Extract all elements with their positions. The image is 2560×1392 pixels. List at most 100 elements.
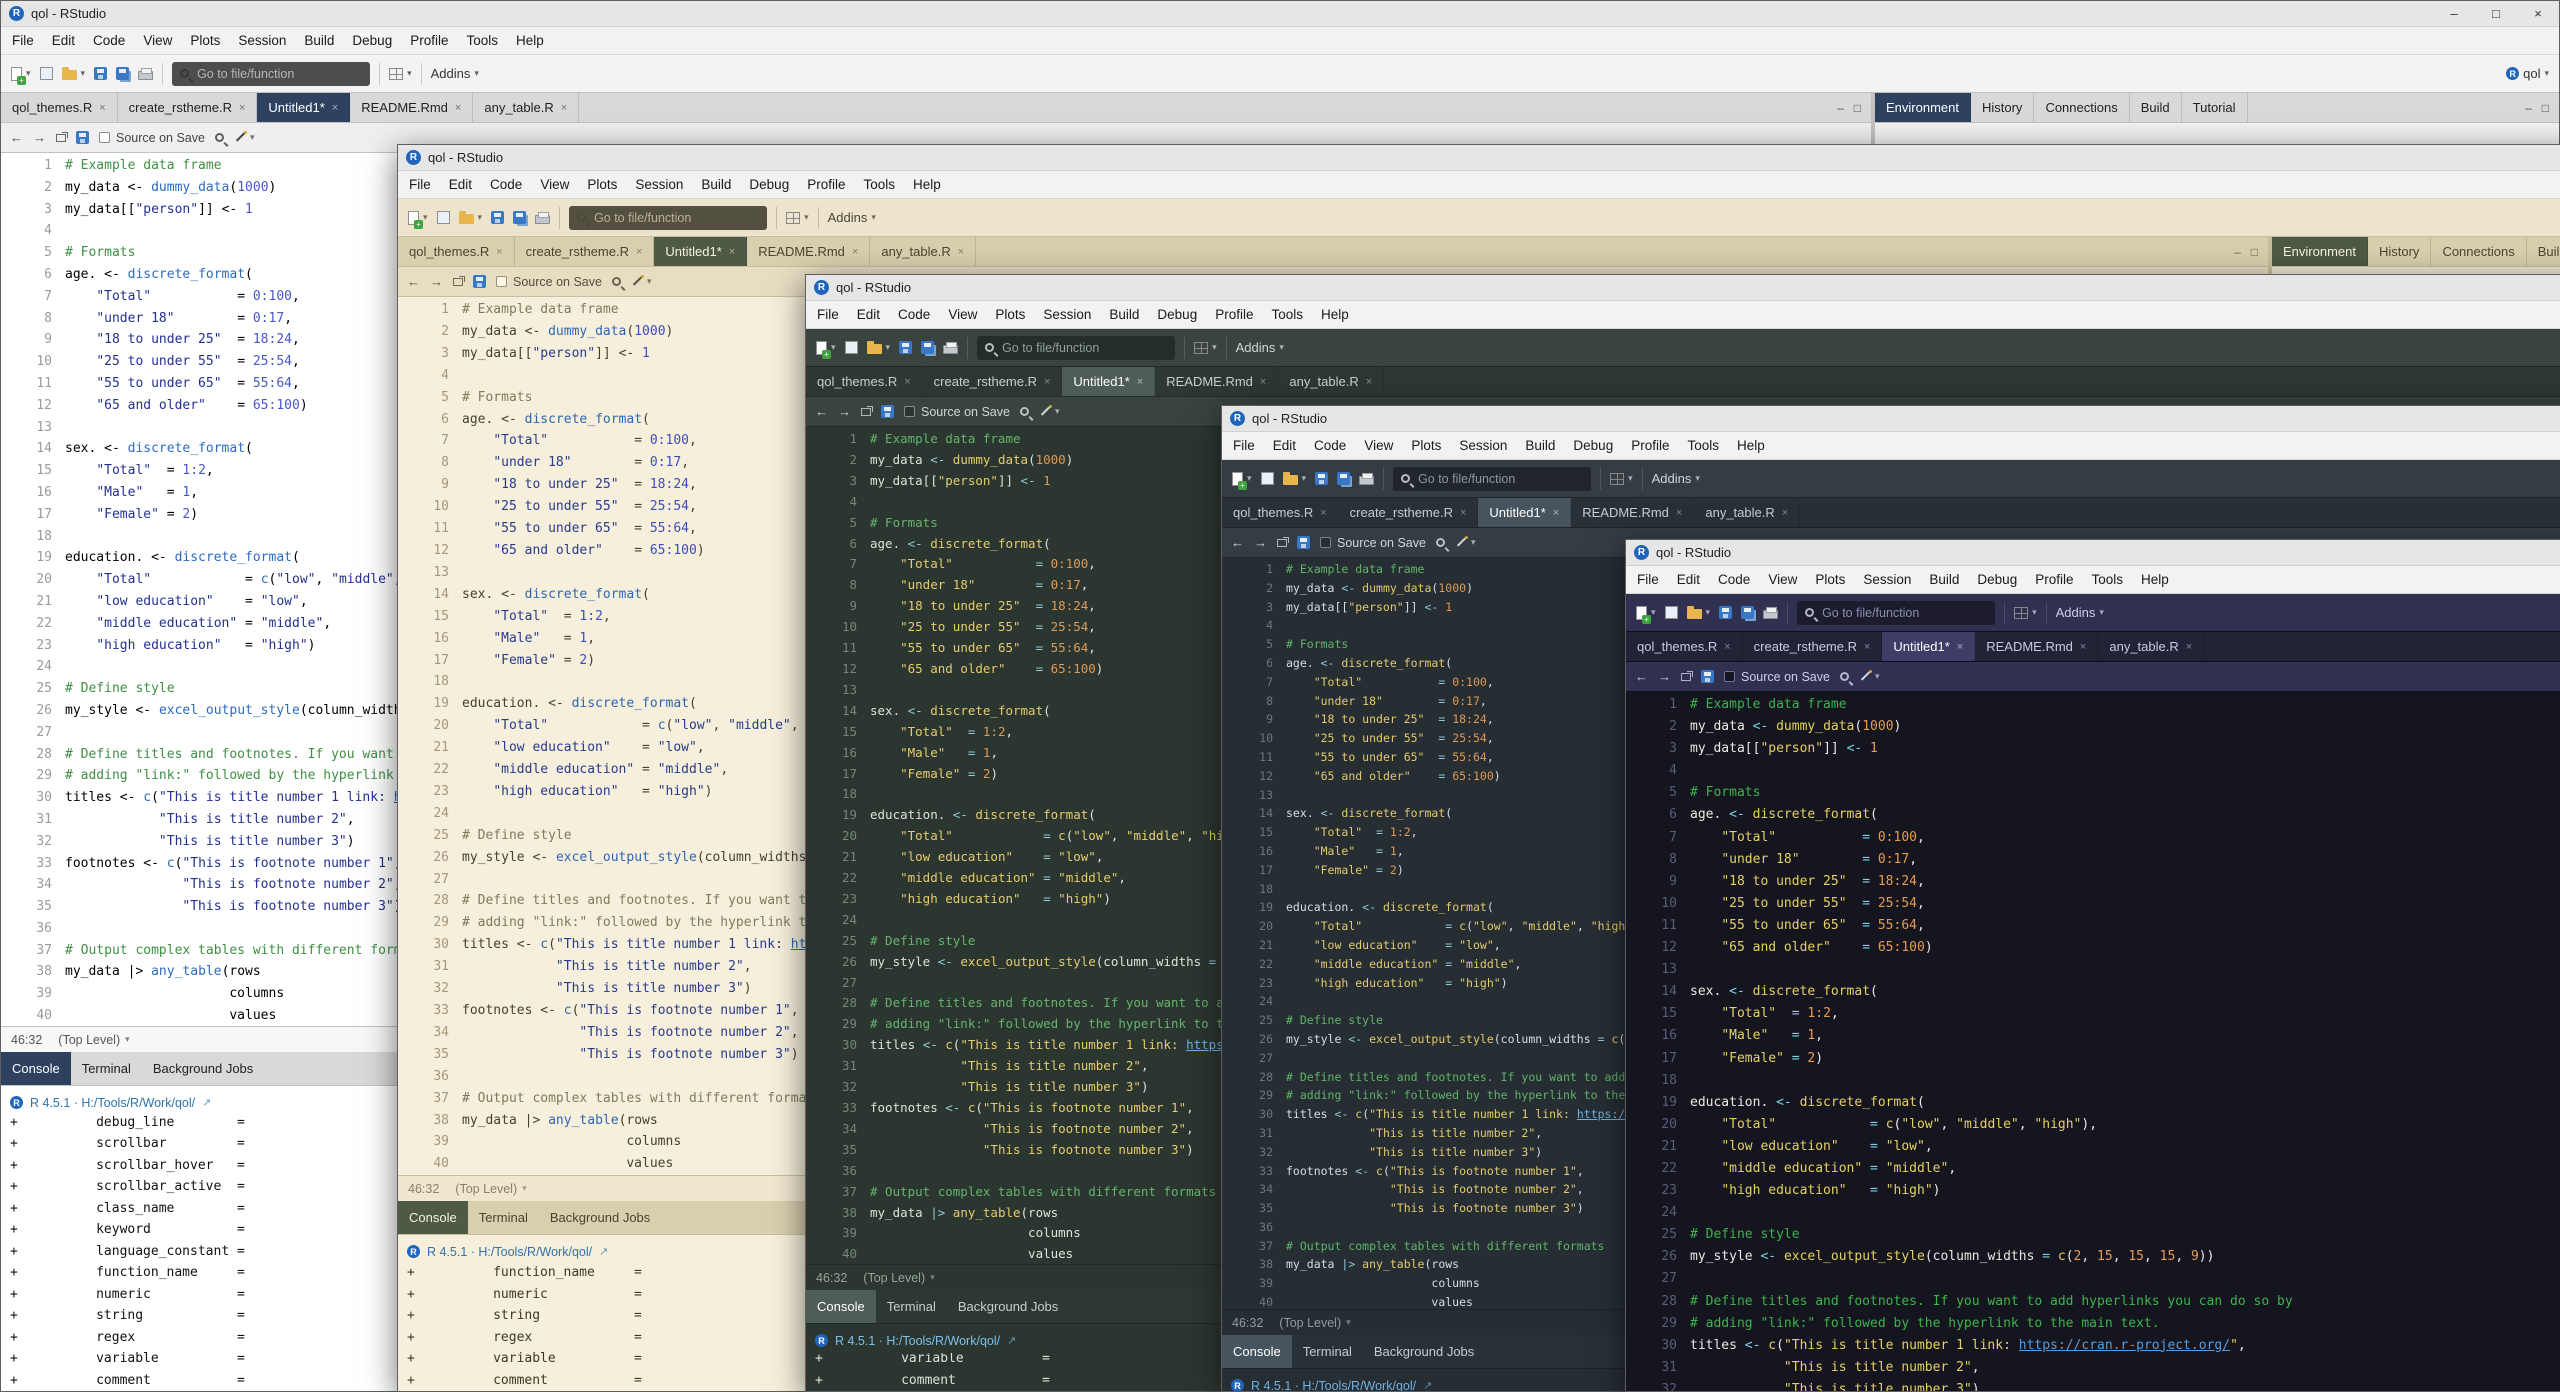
pane-layout-button[interactable]: ▾ bbox=[389, 68, 412, 80]
scope-selector[interactable]: (Top Level) ▾ bbox=[863, 1271, 934, 1285]
editor-tab-any-table[interactable]: any_table.R × bbox=[473, 93, 579, 122]
menu-plots[interactable]: Plots bbox=[986, 301, 1034, 329]
menu-code[interactable]: Code bbox=[1709, 566, 1759, 594]
editor-tab-readme[interactable]: README.Rmd × bbox=[1155, 367, 1278, 396]
window-maximize-button[interactable]: □ bbox=[2475, 1, 2517, 26]
menu-edit[interactable]: Edit bbox=[43, 27, 84, 55]
find-replace-button[interactable] bbox=[1840, 672, 1849, 681]
tab-close-icon[interactable]: × bbox=[239, 102, 245, 114]
editor-tab-create-rstheme[interactable]: create_rstheme.R × bbox=[923, 367, 1063, 396]
tab-console[interactable]: Console bbox=[398, 1201, 468, 1234]
editor-tab-untitled1[interactable]: Untitled1* × bbox=[1882, 632, 1975, 661]
menu-tools[interactable]: Tools bbox=[1262, 301, 1312, 329]
tab-close-icon[interactable]: × bbox=[729, 246, 735, 258]
tab-close-icon[interactable]: × bbox=[1864, 641, 1870, 653]
menu-session[interactable]: Session bbox=[1854, 566, 1920, 594]
back-button[interactable]: ← bbox=[1635, 669, 1648, 684]
source-on-save-toggle[interactable]: Source on Save bbox=[1724, 670, 1830, 684]
print-button[interactable] bbox=[138, 67, 153, 80]
menu-debug[interactable]: Debug bbox=[740, 171, 798, 199]
addins-button[interactable]: Addins ▾ bbox=[1652, 471, 1700, 486]
scope-selector[interactable]: (Top Level) ▾ bbox=[455, 1182, 526, 1196]
goto-file-input[interactable] bbox=[1000, 340, 1167, 356]
menu-profile[interactable]: Profile bbox=[798, 171, 854, 199]
tab-background-jobs[interactable]: Background Jobs bbox=[539, 1201, 661, 1234]
menu-file[interactable]: File bbox=[1628, 566, 1668, 594]
editor-tab-create-rstheme[interactable]: create_rstheme.R × bbox=[1339, 498, 1479, 527]
tab-background-jobs[interactable]: Background Jobs bbox=[1363, 1335, 1485, 1368]
editor-tab-readme[interactable]: README.Rmd × bbox=[350, 93, 473, 122]
forward-button[interactable]: → bbox=[33, 130, 46, 145]
menu-edit[interactable]: Edit bbox=[848, 301, 889, 329]
new-project-button[interactable] bbox=[845, 341, 858, 354]
goto-file-input[interactable] bbox=[592, 210, 759, 226]
tab-close-icon[interactable]: × bbox=[1460, 507, 1466, 519]
save-document-button[interactable] bbox=[473, 275, 486, 288]
scope-selector[interactable]: (Top Level) ▾ bbox=[1279, 1316, 1350, 1330]
addins-button[interactable]: Addins ▾ bbox=[431, 66, 479, 81]
editor-tab-any-table[interactable]: any_table.R × bbox=[1278, 367, 1384, 396]
pane-maximize-button[interactable]: □ bbox=[2251, 245, 2258, 259]
menu-view[interactable]: View bbox=[1355, 432, 1402, 460]
tab-close-icon[interactable]: × bbox=[1782, 507, 1788, 519]
find-replace-button[interactable] bbox=[215, 133, 224, 142]
tab-build[interactable]: Build bbox=[2130, 93, 2182, 122]
tab-console[interactable]: Console bbox=[1, 1052, 71, 1085]
new-file-button[interactable]: ▾ bbox=[816, 341, 836, 355]
menu-code[interactable]: Code bbox=[84, 27, 134, 55]
new-file-button[interactable]: ▾ bbox=[11, 67, 31, 81]
back-button[interactable]: ← bbox=[815, 404, 828, 419]
menu-view[interactable]: View bbox=[134, 27, 181, 55]
menu-help[interactable]: Help bbox=[1728, 432, 1774, 460]
back-button[interactable]: ← bbox=[407, 274, 420, 289]
menu-help[interactable]: Help bbox=[1312, 301, 1358, 329]
menu-code[interactable]: Code bbox=[889, 301, 939, 329]
tab-connections[interactable]: Connections bbox=[2034, 93, 2129, 122]
tab-history[interactable]: History bbox=[1971, 93, 2034, 122]
source-on-save-toggle[interactable]: Source on Save bbox=[99, 131, 205, 145]
pane-maximize-button[interactable]: □ bbox=[2542, 101, 2549, 115]
tab-close-icon[interactable]: × bbox=[1676, 507, 1682, 519]
tab-background-jobs[interactable]: Background Jobs bbox=[947, 1290, 1069, 1323]
source-on-save-checkbox[interactable] bbox=[904, 406, 915, 417]
tab-close-icon[interactable]: × bbox=[561, 102, 567, 114]
editor-tab-untitled1[interactable]: Untitled1* × bbox=[654, 237, 747, 266]
open-file-button[interactable]: ▾ bbox=[1687, 606, 1711, 619]
tab-close-icon[interactable]: × bbox=[1320, 507, 1326, 519]
menu-code[interactable]: Code bbox=[1305, 432, 1355, 460]
find-replace-button[interactable] bbox=[612, 277, 621, 286]
menu-view[interactable]: View bbox=[1759, 566, 1806, 594]
pane-layout-button[interactable]: ▾ bbox=[2014, 607, 2037, 619]
save-all-button[interactable] bbox=[513, 211, 526, 224]
save-button[interactable] bbox=[1315, 472, 1328, 485]
tab-terminal[interactable]: Terminal bbox=[468, 1201, 539, 1234]
tab-close-icon[interactable]: × bbox=[1957, 641, 1963, 653]
save-all-button[interactable] bbox=[1337, 472, 1350, 485]
popout-button[interactable] bbox=[453, 278, 463, 286]
back-button[interactable]: ← bbox=[1231, 535, 1244, 550]
editor-tab-qol-themes[interactable]: qol_themes.R × bbox=[1626, 632, 1743, 661]
menu-session[interactable]: Session bbox=[1450, 432, 1516, 460]
menu-debug[interactable]: Debug bbox=[1148, 301, 1206, 329]
tab-terminal[interactable]: Terminal bbox=[1292, 1335, 1363, 1368]
tab-close-icon[interactable]: × bbox=[904, 376, 910, 388]
menu-edit[interactable]: Edit bbox=[1668, 566, 1709, 594]
goto-file-box[interactable] bbox=[569, 206, 767, 230]
goto-file-box[interactable] bbox=[172, 62, 370, 86]
cursor-position[interactable]: 46:32 bbox=[816, 1271, 847, 1285]
menu-file[interactable]: File bbox=[3, 27, 43, 55]
editor-tab-untitled1[interactable]: Untitled1* × bbox=[257, 93, 350, 122]
open-file-button[interactable]: ▾ bbox=[1283, 472, 1307, 485]
find-replace-button[interactable] bbox=[1020, 407, 1029, 416]
new-project-button[interactable] bbox=[437, 211, 450, 224]
tab-close-icon[interactable]: × bbox=[2186, 641, 2192, 653]
tab-terminal[interactable]: Terminal bbox=[876, 1290, 947, 1323]
menu-profile[interactable]: Profile bbox=[2026, 566, 2082, 594]
forward-button[interactable]: → bbox=[430, 274, 443, 289]
code-tools-button[interactable]: ▾ bbox=[1859, 670, 1880, 683]
menu-debug[interactable]: Debug bbox=[343, 27, 401, 55]
forward-button[interactable]: → bbox=[1658, 669, 1671, 684]
forward-button[interactable]: → bbox=[838, 404, 851, 419]
menu-tools[interactable]: Tools bbox=[457, 27, 507, 55]
editor-tab-any-table[interactable]: any_table.R × bbox=[1694, 498, 1800, 527]
